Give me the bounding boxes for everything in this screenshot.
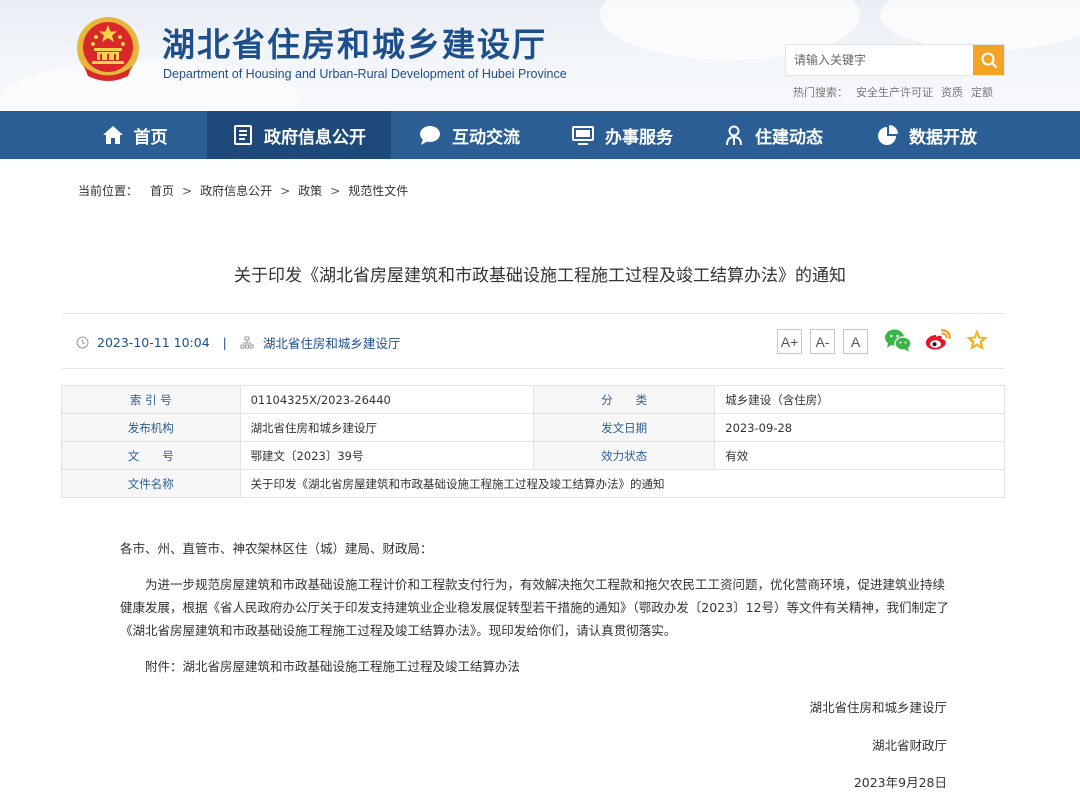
article-title: 关于印发《湖北省房屋建筑和市政基础设施工程施工过程及竣工结算办法》的通知 <box>234 266 846 286</box>
info-label: 文件名称 <box>61 469 241 498</box>
info-value: 2023-09-28 <box>714 413 1005 442</box>
info-label: 效力状态 <box>532 441 716 470</box>
document-icon <box>234 125 252 145</box>
breadcrumb-separator: > <box>280 184 291 198</box>
nav-label: 互动交流 <box>452 127 520 148</box>
info-value: 湖北省住房和城乡建设厅 <box>239 413 534 442</box>
nav-label: 住建动态 <box>755 127 823 148</box>
attachment-link[interactable]: 附件：湖北省房屋建筑和市政基础设施工程施工过程及竣工结算办法 <box>120 655 952 678</box>
home-icon <box>102 126 123 144</box>
breadcrumb-home[interactable]: 首页 <box>150 184 174 198</box>
nav-item-services[interactable]: 办事服务 <box>547 111 697 159</box>
signer-finance-dept: 湖北省财政厅 <box>871 738 947 753</box>
nav-item-interaction[interactable]: 互动交流 <box>391 111 547 159</box>
nav-item-news[interactable]: 住建动态 <box>697 111 849 159</box>
favorite-star-icon[interactable] <box>964 328 990 352</box>
font-reset-button[interactable]: A <box>843 329 868 354</box>
meta-divider: | <box>222 335 227 350</box>
nav-label: 政府信息公开 <box>264 127 366 148</box>
breadcrumb-normative-docs[interactable]: 规范性文件 <box>348 184 408 198</box>
publish-datetime: 2023-10-11 10:04 <box>97 335 210 350</box>
table-row: 发布机构 湖北省住房和城乡建设厅 发文日期 2023-09-28 <box>61 413 1005 442</box>
info-label: 分 类 <box>532 385 716 414</box>
hot-search-label: 热门搜索： <box>793 86 848 99</box>
info-value: 鄂建文〔2023〕39号 <box>239 441 534 470</box>
breadcrumb-gov-info[interactable]: 政府信息公开 <box>200 184 272 198</box>
signer-housing-dept: 湖北省住房和城乡建设厅 <box>809 700 947 715</box>
info-label: 文 号 <box>61 441 241 470</box>
table-row: 文 号 鄂建文〔2023〕39号 效力状态 有效 <box>61 441 1005 470</box>
site-header: 湖北省住房和城乡建设厅 Department of Housing and Ur… <box>0 0 1080 111</box>
national-emblem-icon[interactable] <box>72 14 144 86</box>
pie-chart-icon <box>878 125 898 145</box>
document-info-table: 索 引 号 01104325X/2023-26440 分 类 城乡建设（含住房）… <box>61 385 1006 498</box>
article-meta-bar: 2023-10-11 10:04 | 湖北省住房和城乡建设厅 A+ A- A <box>62 313 1005 369</box>
breadcrumb: 当前位置： 首页 > 政府信息公开 > 政策 > 规范性文件 <box>78 182 408 199</box>
search-icon <box>981 52 997 68</box>
info-label: 发布机构 <box>61 413 241 442</box>
hot-search: 热门搜索： 安全生产许可证 资质 定额 <box>793 84 1001 100</box>
salutation: 各市、州、直管市、神农架林区住（城）建局、财政局： <box>120 541 433 556</box>
monitor-icon <box>572 126 594 145</box>
info-value: 有效 <box>714 441 1005 470</box>
nav-label: 办事服务 <box>605 127 673 148</box>
info-value: 关于印发《湖北省房屋建筑和市政基础设施工程施工过程及竣工结算办法》的通知 <box>239 469 1006 498</box>
nav-label: 数据开放 <box>909 127 977 148</box>
organization-icon <box>240 336 254 349</box>
article-source: 湖北省住房和城乡建设厅 <box>262 336 401 351</box>
breadcrumb-separator: > <box>182 184 193 198</box>
font-increase-button[interactable]: A+ <box>777 329 802 354</box>
clock-icon <box>76 336 89 349</box>
font-decrease-button[interactable]: A- <box>810 329 835 354</box>
search-input[interactable] <box>786 45 973 75</box>
document-date: 2023年9月28日 <box>853 775 947 790</box>
share-buttons <box>884 328 990 352</box>
site-title[interactable]: 湖北省住房和城乡建设厅 <box>162 18 547 66</box>
table-row: 索 引 号 01104325X/2023-26440 分 类 城乡建设（含住房） <box>61 385 1005 414</box>
main-nav: 首页 政府信息公开 互动交流 办事服务 住建动态 数据开放 <box>0 111 1080 159</box>
hot-search-term[interactable]: 安全生产许可证 <box>856 86 933 99</box>
wechat-icon[interactable] <box>884 328 912 352</box>
news-person-icon <box>726 125 742 146</box>
search-box <box>785 44 1005 76</box>
nav-item-open-data[interactable]: 数据开放 <box>849 111 1005 159</box>
breadcrumb-separator: > <box>330 184 341 198</box>
body-paragraph: 为进一步规范房屋建筑和市政基础设施工程计价和工程款支付行为，有效解决拖欠工程款和… <box>120 577 949 638</box>
info-label: 索 引 号 <box>61 385 241 414</box>
chat-bubble-icon <box>420 126 440 145</box>
info-value: 城乡建设（含住房） <box>714 385 1005 414</box>
site-subtitle: Department of Housing and Urban-Rural De… <box>163 67 567 81</box>
hot-search-term[interactable]: 定额 <box>971 86 993 99</box>
nav-label: 首页 <box>133 127 168 148</box>
breadcrumb-policy[interactable]: 政策 <box>298 184 322 198</box>
article-content: 各市、州、直管市、神农架林区住（城）建局、财政局： 为进一步规范房屋建筑和市政基… <box>120 537 952 678</box>
table-row: 文件名称 关于印发《湖北省房屋建筑和市政基础设施工程施工过程及竣工结算办法》的通… <box>61 469 1006 498</box>
nav-item-gov-info[interactable]: 政府信息公开 <box>207 111 391 159</box>
search-button[interactable] <box>973 45 1004 75</box>
header-cloud-decoration <box>880 0 1080 50</box>
info-label: 发文日期 <box>532 413 716 442</box>
info-value: 01104325X/2023-26440 <box>239 385 534 414</box>
font-size-controls: A+ A- A <box>777 329 868 354</box>
weibo-icon[interactable] <box>924 328 952 352</box>
nav-item-home[interactable]: 首页 <box>62 111 207 159</box>
breadcrumb-label: 当前位置： <box>78 184 139 198</box>
hot-search-term[interactable]: 资质 <box>941 86 963 99</box>
